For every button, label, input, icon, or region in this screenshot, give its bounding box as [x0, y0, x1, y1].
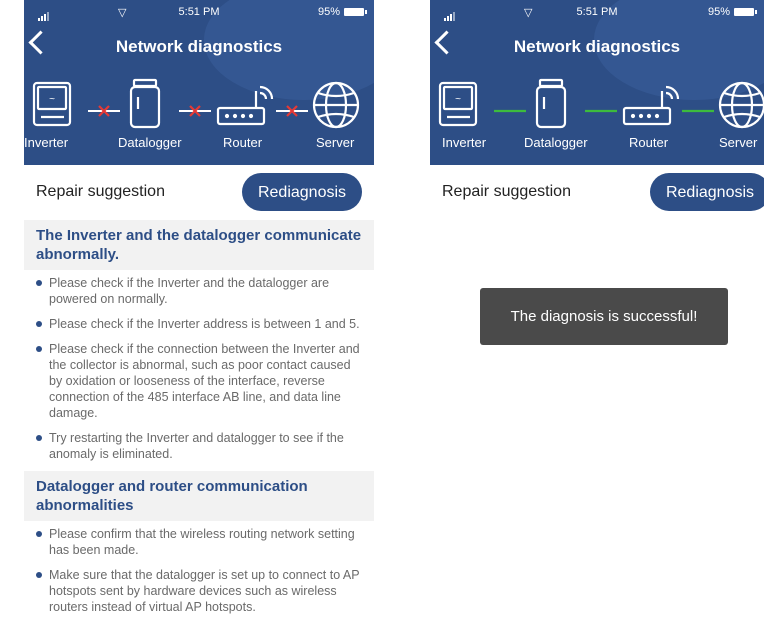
repair-suggestion-label: Repair suggestion — [36, 183, 165, 200]
diagnostic-chain: ~ — [438, 78, 764, 129]
device-label-server: Server — [316, 135, 355, 150]
battery-indicator: 95% — [707, 6, 757, 18]
battery-icon — [734, 8, 757, 16]
svg-text:~: ~ — [455, 94, 461, 105]
tip-list: Please check if the Inverter and the dat… — [24, 275, 374, 462]
status-bar: ▽ 5:51 PM 95% — [24, 6, 374, 21]
battery-percent: 95% — [317, 6, 340, 18]
svg-text:~: ~ — [49, 94, 55, 105]
battery-percent: 95% — [707, 6, 730, 18]
globe-icon — [718, 81, 764, 129]
header: ▽ 5:51 PM 95% Network diagnostics ~ Inve… — [24, 0, 374, 165]
problem-title: The Inverter and the datalogger communic… — [24, 220, 374, 270]
battery-indicator: 95% — [317, 6, 367, 18]
diagnostic-chain: ~ — [32, 78, 360, 129]
tip-item: Try restarting the Inverter and datalogg… — [36, 430, 362, 462]
repair-row: Repair suggestion Rediagnosis — [24, 173, 374, 213]
status-bar: ▽ 5:51 PM 95% — [430, 6, 764, 21]
inverter-icon: ~ — [438, 81, 478, 127]
datalogger-icon — [535, 78, 567, 129]
device-label-datalogger: Datalogger — [524, 135, 588, 150]
header: ▽ 5:51 PM 95% Network diagnostics ~ Inve… — [430, 0, 764, 165]
tip-item: Please check if the connection between t… — [36, 341, 362, 421]
globe-icon — [312, 81, 360, 129]
link-router-server — [276, 105, 308, 117]
screen-success: ▽ 5:51 PM 95% Network diagnostics ~ Inve… — [430, 0, 764, 620]
router-icon — [622, 85, 680, 126]
datalogger-icon — [129, 78, 161, 129]
tip-item: Please check if the Inverter and the dat… — [36, 275, 362, 307]
device-label-server: Server — [719, 135, 758, 150]
repair-row: Repair suggestion Rediagnosis — [430, 173, 764, 213]
device-label-inverter: Inverter — [442, 135, 487, 150]
battery-icon — [344, 8, 367, 16]
rediagnosis-button[interactable]: Rediagnosis — [650, 173, 764, 211]
device-label-router: Router — [223, 135, 263, 150]
tip-item: Please confirm that the wireless routing… — [36, 526, 362, 558]
rediagnosis-button[interactable]: Rediagnosis — [242, 173, 362, 211]
link-datalogger-router — [179, 105, 211, 117]
device-label-router: Router — [629, 135, 669, 150]
link-inverter-datalogger — [88, 105, 120, 117]
success-toast: The diagnosis is successful! — [480, 288, 728, 345]
device-label-inverter: Inverter — [24, 135, 69, 150]
device-label-datalogger: Datalogger — [118, 135, 182, 150]
page-title: Network diagnostics — [115, 37, 283, 56]
problem-title: Datalogger and router communication abno… — [24, 471, 374, 521]
tip-list: Please confirm that the wireless routing… — [24, 526, 374, 615]
tip-item: Make sure that the datalogger is set up … — [36, 567, 362, 615]
inverter-icon: ~ — [32, 81, 72, 127]
repair-suggestion-label: Repair suggestion — [442, 183, 571, 200]
page-title: Network diagnostics — [513, 37, 681, 56]
router-icon — [216, 85, 274, 126]
tip-item: Please check if the Inverter address is … — [36, 316, 362, 332]
problem-list: The Inverter and the datalogger communic… — [24, 220, 374, 620]
screen-failed: ▽ 5:51 PM 95% Network diagnostics ~ Inve… — [24, 0, 374, 620]
